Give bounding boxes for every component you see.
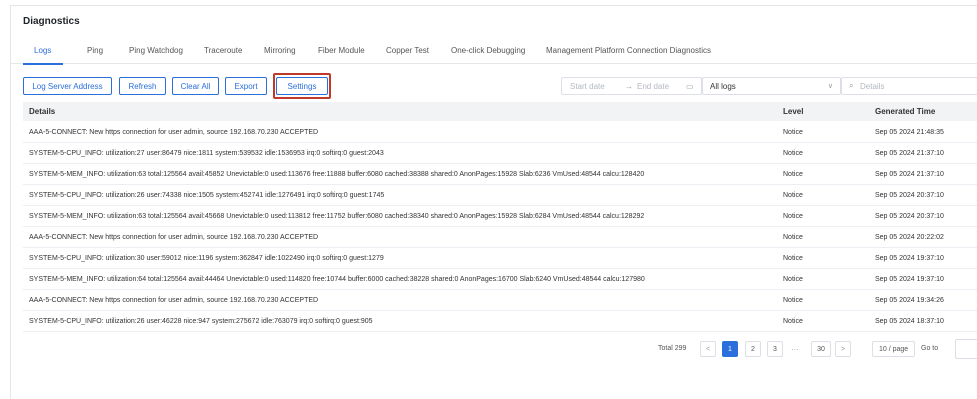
calendar-icon: ▭ <box>686 81 694 91</box>
row-level: Notice <box>783 171 803 178</box>
settings-button[interactable]: Settings <box>276 77 328 95</box>
start-date-input[interactable]: Start date <box>570 82 605 91</box>
next-page-button[interactable]: > <box>835 341 851 357</box>
row-details: AAA-5-CONNECT: New https connection for … <box>29 297 319 304</box>
row-level: Notice <box>783 234 803 241</box>
table-row: AAA-5-CONNECT: New https connection for … <box>23 227 977 248</box>
prev-page-button[interactable]: < <box>700 341 716 357</box>
tab-ping-watchdog[interactable]: Ping Watchdog <box>129 46 183 55</box>
row-details: SYSTEM-5-CPU_INFO: utilization:30 user:5… <box>29 255 384 262</box>
table-row: AAA-5-CONNECT: New https connection for … <box>23 290 977 311</box>
table-row: SYSTEM-5-MEM_INFO: utilization:64 total:… <box>23 269 977 290</box>
search-placeholder: Details <box>860 81 885 91</box>
row-time: Sep 05 2024 20:37:10 <box>875 213 944 220</box>
table-row: SYSTEM-5-CPU_INFO: utilization:27 user:8… <box>23 143 977 164</box>
row-level: Notice <box>783 297 803 304</box>
row-level: Notice <box>783 255 803 262</box>
table-row: SYSTEM-5-CPU_INFO: utilization:26 user:4… <box>23 311 977 332</box>
table-row: AAA-5-CONNECT: New https connection for … <box>23 122 977 143</box>
row-details: SYSTEM-5-CPU_INFO: utilization:27 user:8… <box>29 150 384 157</box>
page-button-3[interactable]: 3 <box>767 341 783 357</box>
row-time: Sep 05 2024 20:37:10 <box>875 192 944 199</box>
row-time: Sep 05 2024 21:48:35 <box>875 129 944 136</box>
chevron-down-icon: ∨ <box>827 83 833 90</box>
diagnostics-panel: Diagnostics Logs Ping Ping Watchdog Trac… <box>10 5 977 399</box>
log-server-address-button[interactable]: Log Server Address <box>23 77 112 95</box>
row-details: AAA-5-CONNECT: New https connection for … <box>29 234 319 241</box>
row-details: SYSTEM-5-CPU_INFO: utilization:26 user:7… <box>29 192 385 199</box>
table-row: SYSTEM-5-CPU_INFO: utilization:26 user:7… <box>23 185 977 206</box>
row-level: Notice <box>783 213 803 220</box>
row-time: Sep 05 2024 19:37:10 <box>875 255 944 262</box>
column-header-level: Level <box>783 107 804 116</box>
tab-one-click-debugging[interactable]: One-click Debugging <box>451 46 525 55</box>
page-button-2[interactable]: 2 <box>745 341 761 357</box>
row-time: Sep 05 2024 18:37:10 <box>875 318 944 325</box>
row-level: Notice <box>783 276 803 283</box>
tab-fiber-module[interactable]: Fiber Module <box>318 46 365 55</box>
row-level: Notice <box>783 192 803 199</box>
row-level: Notice <box>783 150 803 157</box>
tab-management-platform-connection-diagnostics[interactable]: Management Platform Connection Diagnosti… <box>546 46 711 55</box>
row-time: Sep 05 2024 19:37:10 <box>875 276 944 283</box>
goto-label: Go to <box>921 345 939 352</box>
arrow-right-icon: → <box>625 81 633 91</box>
page-size-value: 10 / page <box>879 345 909 353</box>
log-type-value: All logs <box>710 81 736 91</box>
row-details: SYSTEM-5-MEM_INFO: utilization:63 total:… <box>29 171 645 178</box>
search-icon: ⌕ <box>849 81 854 90</box>
row-level: Notice <box>783 129 803 136</box>
table-row: SYSTEM-5-MEM_INFO: utilization:63 total:… <box>23 206 977 227</box>
row-details: SYSTEM-5-MEM_INFO: utilization:63 total:… <box>29 213 645 220</box>
row-level: Notice <box>783 318 803 325</box>
date-range-picker[interactable]: Start date → End date ▭ <box>561 77 702 95</box>
goto-page-input[interactable] <box>955 339 977 359</box>
row-time: Sep 05 2024 21:37:10 <box>875 171 944 178</box>
details-search-input[interactable]: ⌕ Details <box>841 77 977 95</box>
row-time: Sep 05 2024 20:22:02 <box>875 234 944 241</box>
table-header: Details Level Generated Time <box>23 102 977 121</box>
tab-copper-test[interactable]: Copper Test <box>386 46 429 55</box>
page-button-30[interactable]: 30 <box>811 341 831 357</box>
pagination-total: Total 299 <box>658 345 687 352</box>
refresh-button[interactable]: Refresh <box>119 77 166 95</box>
table-row: SYSTEM-5-MEM_INFO: utilization:63 total:… <box>23 164 977 185</box>
table-row: SYSTEM-5-CPU_INFO: utilization:30 user:5… <box>23 248 977 269</box>
tab-mirroring[interactable]: Mirroring <box>264 46 296 55</box>
page-button-1[interactable]: 1 <box>722 341 738 357</box>
column-header-generated-time: Generated Time <box>875 107 936 116</box>
export-button[interactable]: Export <box>225 77 267 95</box>
column-header-details: Details <box>29 107 56 116</box>
row-details: AAA-5-CONNECT: New https connection for … <box>29 129 319 136</box>
log-type-select[interactable]: All logs ∨ <box>702 77 841 95</box>
row-details: SYSTEM-5-MEM_INFO: utilization:64 total:… <box>29 276 645 283</box>
tab-bar: Logs Ping Ping Watchdog Traceroute Mirro… <box>11 42 977 64</box>
active-tab-indicator <box>23 63 63 65</box>
tab-traceroute[interactable]: Traceroute <box>204 46 242 55</box>
row-time: Sep 05 2024 21:37:10 <box>875 150 944 157</box>
tab-logs[interactable]: Logs <box>34 46 51 55</box>
page-size-select[interactable]: 10 / page <box>872 341 915 357</box>
end-date-input[interactable]: End date <box>637 82 669 91</box>
row-details: SYSTEM-5-CPU_INFO: utilization:26 user:4… <box>29 318 373 325</box>
pagination-ellipsis[interactable]: ··· <box>791 345 799 354</box>
tab-ping[interactable]: Ping <box>87 46 103 55</box>
clear-all-button[interactable]: Clear All <box>172 77 219 95</box>
page-title: Diagnostics <box>23 16 80 27</box>
row-time: Sep 05 2024 19:34:26 <box>875 297 944 304</box>
